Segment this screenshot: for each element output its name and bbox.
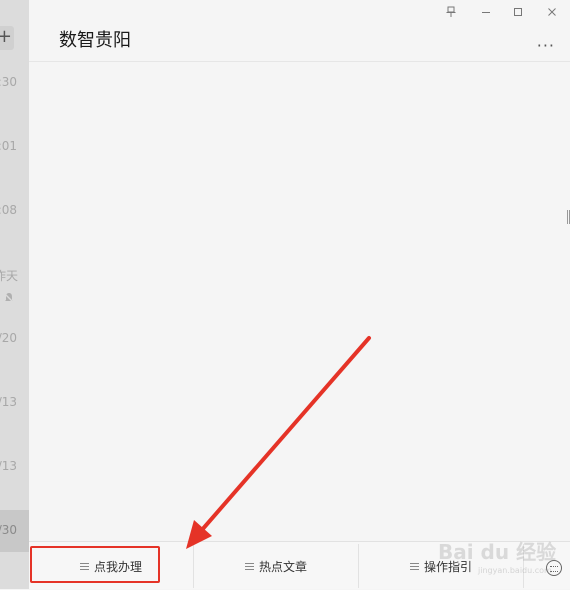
chat-time-1: :30 [0, 75, 17, 89]
menu-item-handle[interactable]: 点我办理 [29, 542, 193, 590]
chat-window: 数智贵阳 ··· 点我办理 热点文章 操作指引 [29, 0, 570, 589]
chat-time-4: 昨天 [0, 269, 18, 283]
menu-item-label: 热点文章 [258, 559, 307, 574]
chat-time-6: /13 [0, 395, 17, 409]
mute-bell-icon [3, 292, 15, 304]
chat-time-5: /20 [0, 331, 17, 345]
watermark-logo: Bai du 经验 [438, 540, 557, 564]
chat-time-3: :08 [0, 203, 17, 217]
menu-list-icon [409, 562, 419, 570]
menu-list-icon [79, 562, 89, 570]
more-options-button[interactable]: ··· [537, 36, 555, 55]
menu-list-icon [244, 562, 254, 570]
close-icon[interactable] [544, 4, 560, 20]
title-bar: 数智贵阳 ··· [29, 0, 570, 62]
watermark-url: jingyan.baidu.com [478, 566, 552, 575]
minimize-icon[interactable] [478, 4, 494, 20]
chat-list-strip: + :30 :01 :08 昨天 /20 /13 /13 /30 [0, 0, 29, 589]
page-title: 数智贵阳 [59, 30, 131, 51]
menu-item-hot-articles[interactable]: 热点文章 [194, 542, 358, 590]
pin-icon[interactable] [443, 4, 459, 20]
chat-time-7: /13 [0, 459, 17, 473]
chat-time-8: /30 [0, 523, 17, 537]
chat-time-2: :01 [0, 139, 17, 153]
maximize-icon[interactable] [510, 4, 526, 20]
add-button[interactable]: + [0, 26, 14, 50]
menu-item-label: 点我办理 [93, 559, 142, 574]
